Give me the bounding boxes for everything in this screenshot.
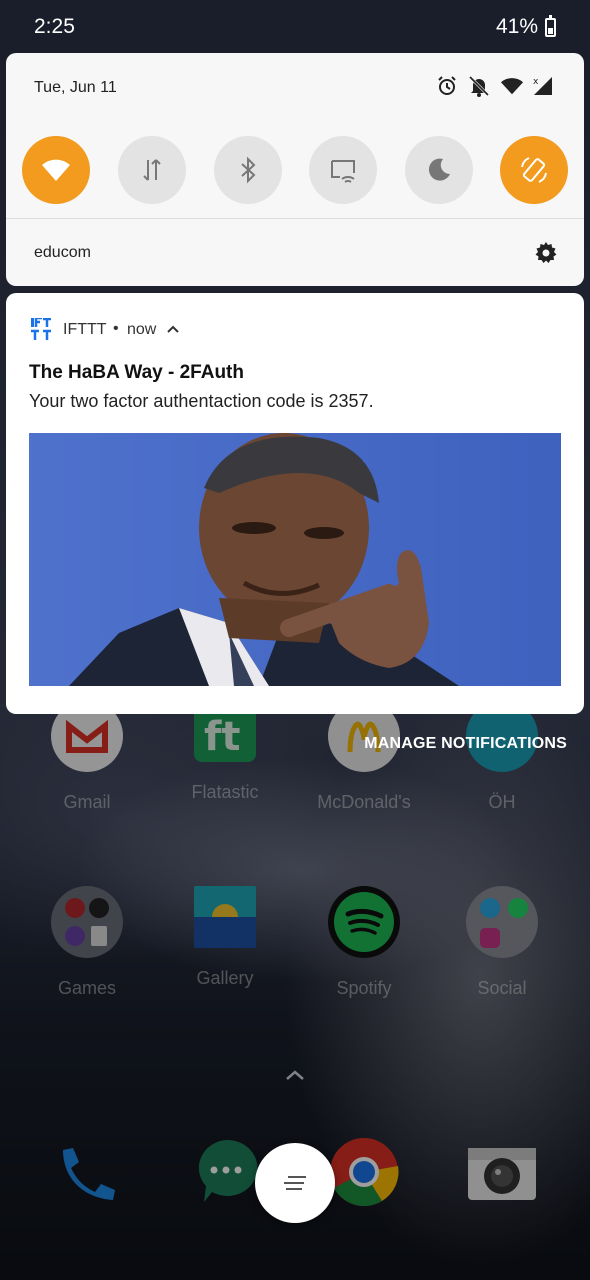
recents-handle-button[interactable]	[255, 1143, 335, 1223]
notification-time: now	[127, 321, 157, 338]
tile-wifi[interactable]	[22, 136, 90, 204]
alarm-icon	[436, 75, 458, 97]
quick-settings-panel: Tue, Jun 11 x educom	[6, 53, 584, 286]
network-name[interactable]: educom	[34, 244, 91, 262]
collapse-chevron-up-icon[interactable]	[167, 324, 179, 334]
notification-card[interactable]: IFTTT • now The HaBA Way - 2FAuth Your t…	[6, 293, 584, 714]
notification-body: Your two factor authentaction code is 23…	[29, 391, 374, 411]
hotspot-icon	[331, 160, 355, 183]
auto-rotate-icon	[521, 157, 547, 183]
wifi-status-icon	[500, 75, 524, 97]
battery-percent: 41%	[495, 15, 538, 38]
wifi-icon	[42, 159, 70, 181]
clock: 2:25	[34, 15, 75, 38]
notification-app-name: IFTTT	[63, 321, 107, 338]
battery-icon	[545, 15, 556, 37]
tile-bluetooth[interactable]	[214, 136, 282, 204]
bluetooth-icon	[241, 156, 256, 184]
quick-tiles	[22, 136, 568, 204]
manage-notifications-button[interactable]: MANAGE NOTIFICATIONS	[364, 735, 567, 753]
settings-gear-icon[interactable]	[534, 241, 558, 265]
divider	[6, 218, 584, 219]
date-label: Tue, Jun 11	[34, 79, 117, 96]
tile-hotspot[interactable]	[309, 136, 377, 204]
notification-image	[29, 433, 561, 686]
tile-night-mode[interactable]	[405, 136, 473, 204]
tile-auto-rotate[interactable]	[500, 136, 568, 204]
notifications-off-icon	[468, 75, 490, 97]
menu-lines-icon	[284, 1176, 306, 1190]
svg-text:x: x	[533, 77, 539, 87]
notification-title: The HaBA Way - 2FAuth	[29, 362, 244, 383]
ifttt-app-icon	[31, 318, 51, 340]
status-bar: 2:25 41%	[0, 0, 590, 52]
moon-icon	[428, 158, 450, 181]
status-icons: x	[436, 75, 554, 97]
mobile-data-icon	[143, 159, 161, 181]
cell-signal-icon: x	[532, 75, 554, 97]
tile-mobile-data[interactable]	[118, 136, 186, 204]
separator-dot: •	[113, 320, 119, 337]
